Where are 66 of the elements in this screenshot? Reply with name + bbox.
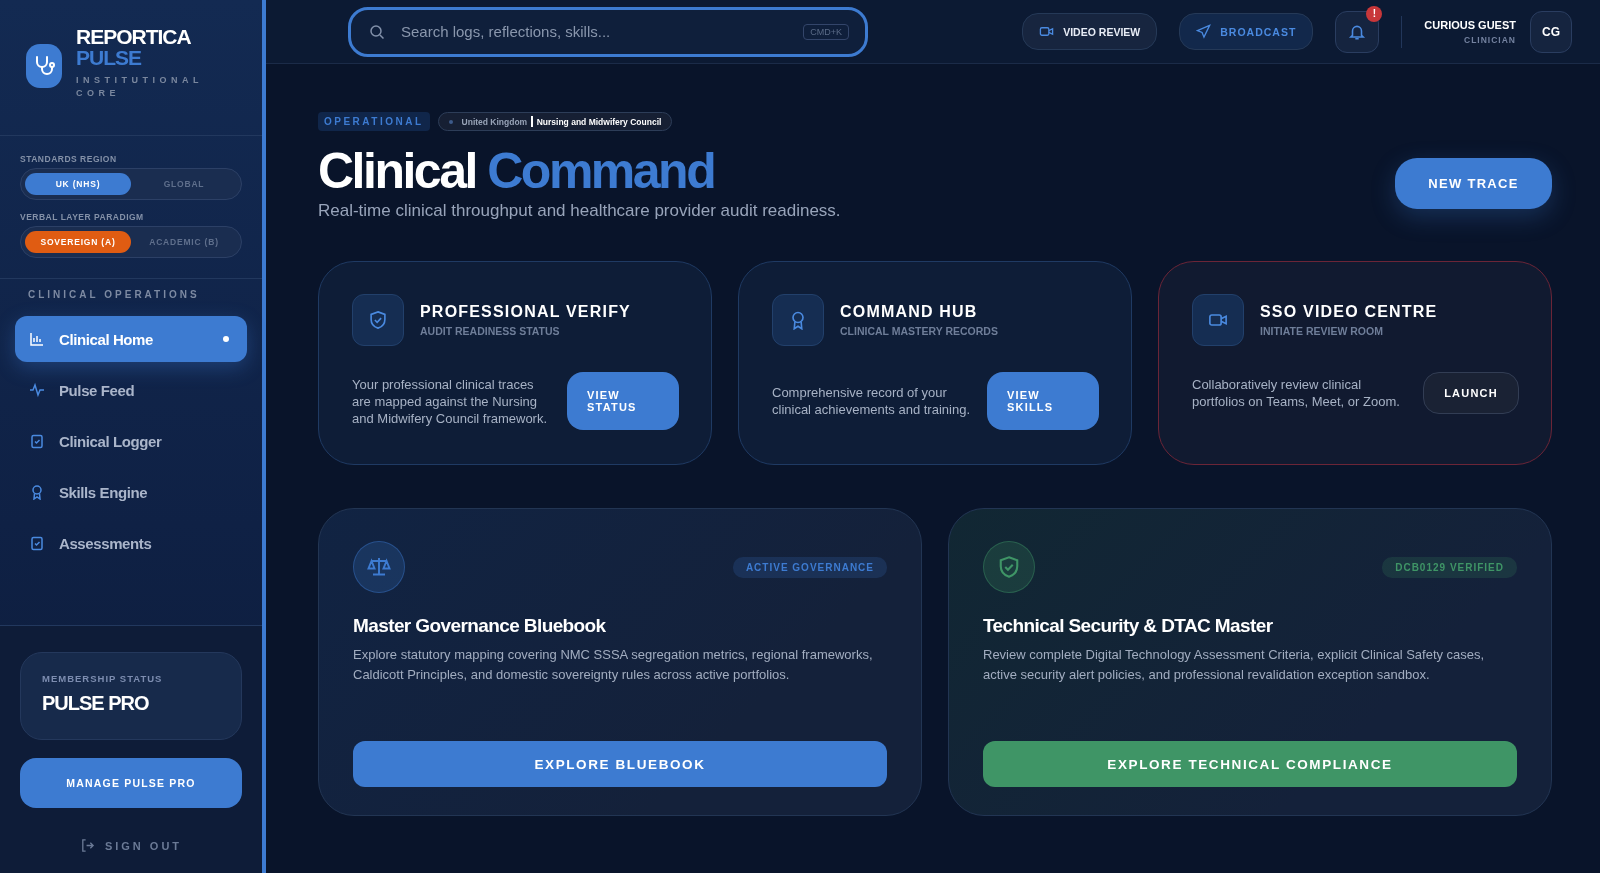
bar-chart-icon bbox=[29, 331, 45, 347]
section-heading: CLINICAL OPERATIONS bbox=[27, 289, 201, 302]
nav-item[interactable]: Skills Engine bbox=[15, 469, 247, 515]
video-camera-icon bbox=[1039, 24, 1055, 39]
membership-label: MEMBERSHIP STATUS bbox=[42, 673, 164, 684]
user-avatar[interactable]: CG bbox=[1530, 10, 1572, 53]
card-button[interactable]: VIEW SKILLS bbox=[987, 372, 1099, 430]
card-description: Your professional clinical traces are mapped against the Nursing and Midwifery Council framework. bbox=[352, 375, 549, 427]
card-subtitle: INITIATE REVIEW ROOM bbox=[1260, 325, 1384, 337]
card-button[interactable]: VIEW STATUS bbox=[567, 372, 679, 430]
card-subtitle: AUDIT READINESS STATUS bbox=[420, 325, 561, 337]
user-name: CURIOUS GUEST bbox=[1424, 18, 1516, 31]
context-pill: United Kingdom Nursing and Midwifery Council bbox=[437, 112, 673, 131]
card-description: Explore statutory mapping covering NMC SSSA segregation metrics, regional frameworks, Caldicott Principles, and domestic sovereignty rules across active portfolios. bbox=[353, 646, 874, 684]
card-description: Collaboratively review clinical portfolios on Teams, Meet, or Zoom. bbox=[1192, 376, 1401, 410]
manage-button[interactable]: MANAGE PULSE PRO bbox=[20, 758, 242, 808]
search-bar[interactable]: Search logs, reflections, skills... CMD+K bbox=[348, 6, 868, 57]
shield-check-icon bbox=[997, 555, 1021, 579]
shield-check-icon bbox=[368, 310, 388, 330]
card-title: COMMAND HUB bbox=[840, 303, 979, 321]
sign-out-link[interactable]: SIGN OUT bbox=[20, 838, 242, 853]
status-badge: ACTIVE GOVERNANCE bbox=[732, 556, 887, 578]
nav-item[interactable]: Pulse Feed bbox=[15, 367, 247, 413]
paper-plane-icon bbox=[1196, 24, 1212, 39]
card-button[interactable]: LAUNCH bbox=[1423, 372, 1519, 414]
video-review-button[interactable]: VIDEO REVIEW bbox=[1022, 13, 1158, 50]
user-role: CLINICIAN bbox=[1463, 34, 1516, 45]
segment-option[interactable]: UK (NHS) bbox=[25, 173, 131, 195]
card-title: Technical Security & DTAC Master bbox=[983, 615, 1274, 637]
status-tag: OPERATIONAL bbox=[318, 112, 430, 131]
card-description: Review complete Digital Technology Assessment Criteria, explicit Clinical Safety cases, active security alert policies, and professional revalidation exception sandbox. bbox=[983, 646, 1486, 684]
search-field[interactable]: Search logs, reflections, skills... bbox=[399, 22, 790, 41]
award-icon bbox=[29, 484, 45, 500]
new-trace-button[interactable]: NEW TRACE bbox=[1395, 158, 1552, 209]
active-dot bbox=[223, 336, 229, 342]
page-title-accent: Command bbox=[487, 143, 715, 199]
membership-value: PULSE PRO bbox=[42, 692, 150, 715]
nav-item[interactable]: Assessments bbox=[15, 520, 247, 566]
card-title: SSO VIDEO CENTRE bbox=[1260, 303, 1438, 321]
toggle-label: VERBAL LAYER PARADIGM bbox=[20, 212, 145, 222]
pulse-icon bbox=[29, 382, 45, 398]
status-badge: DCB0129 VERIFIED bbox=[1382, 556, 1517, 578]
segment-option[interactable]: GLOBAL bbox=[131, 173, 237, 195]
segment-option[interactable]: ACADEMIC (B) bbox=[131, 231, 237, 253]
explore-button[interactable]: EXPLORE TECHNICAL COMPLIANCE bbox=[983, 741, 1517, 787]
explore-button[interactable]: EXPLORE BLUEBOOK bbox=[353, 741, 887, 787]
card-title: Master Governance Bluebook bbox=[353, 615, 607, 637]
stethoscope-logo-icon bbox=[26, 44, 62, 88]
clipboard-icon bbox=[29, 433, 45, 449]
notification-badge: ! bbox=[1366, 5, 1383, 22]
brand-subtitle: PULSE bbox=[76, 48, 143, 68]
toggle-label: STANDARDS REGION bbox=[20, 154, 118, 164]
brand-title: REPORTICA bbox=[76, 26, 192, 48]
card-subtitle: CLINICAL MASTERY RECORDS bbox=[840, 325, 998, 337]
clipboard-icon bbox=[29, 535, 45, 551]
shortcut-hint: CMD+K bbox=[803, 23, 849, 40]
nav-item[interactable]: Clinical Home bbox=[15, 316, 247, 362]
nav-item[interactable]: Clinical Logger bbox=[15, 418, 247, 464]
segment-option[interactable]: SOVEREIGN (A) bbox=[25, 231, 131, 253]
card-description: Comprehensive record of your clinical achievements and training. bbox=[772, 384, 971, 418]
page-title: Clinical bbox=[318, 143, 476, 199]
sign-out-icon bbox=[79, 838, 95, 853]
card-title: PROFESSIONAL VERIFY bbox=[420, 303, 631, 321]
page-subtitle: Real-time clinical throughput and healthcare provider audit readiness. bbox=[318, 201, 841, 221]
broadcast-button[interactable]: BROADCAST bbox=[1179, 13, 1314, 50]
search-icon bbox=[369, 23, 385, 40]
